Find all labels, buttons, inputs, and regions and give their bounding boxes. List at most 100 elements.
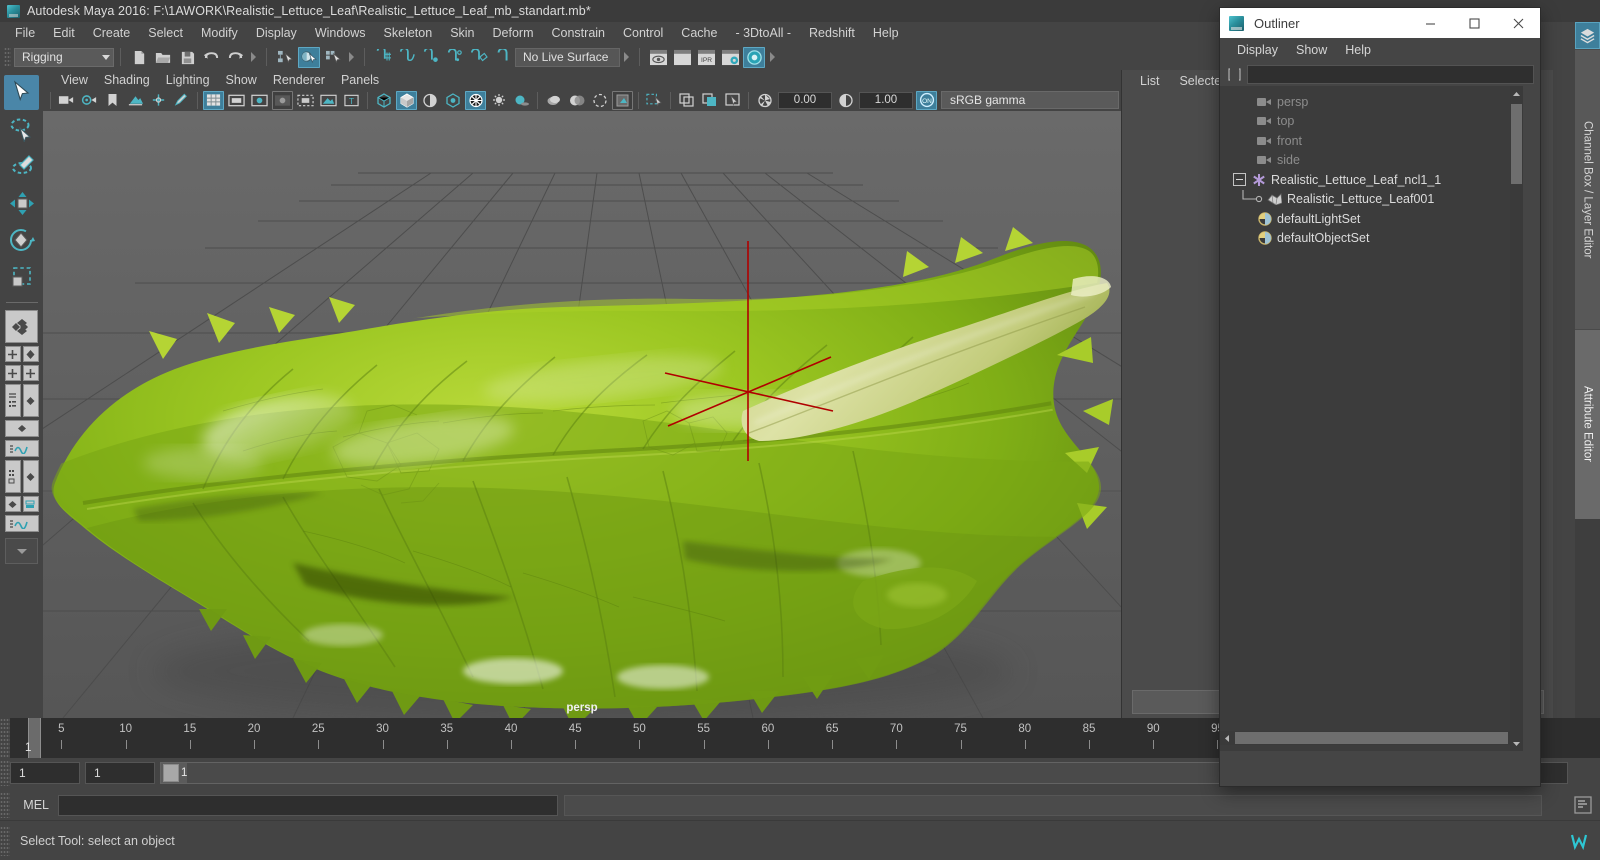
layout-split-small[interactable] [22, 496, 39, 512]
select-by-hierarchy-icon[interactable] [274, 47, 296, 68]
toolbox-more-button[interactable] [5, 538, 38, 564]
scroll-up-arrow-icon[interactable] [1510, 86, 1523, 101]
toolbar-collapse-arrow[interactable] [249, 48, 258, 66]
outliner-menu-help[interactable]: Help [1338, 41, 1378, 59]
toolbar-grip[interactable] [4, 47, 11, 67]
menu-help[interactable]: Help [864, 23, 908, 43]
color-management-icon[interactable]: ON [916, 90, 937, 110]
paint-select-tool[interactable] [4, 149, 39, 184]
select-by-object-type-icon[interactable] [298, 46, 320, 68]
outliner-item-side[interactable]: side [1220, 151, 1523, 171]
menu-select[interactable]: Select [139, 23, 192, 43]
menu-constrain[interactable]: Constrain [543, 23, 615, 43]
viewport-menu-renderer[interactable]: Renderer [265, 72, 333, 88]
resolution-gate-icon[interactable] [249, 91, 270, 110]
gamma-field[interactable]: 1.00 [859, 91, 913, 109]
attr-menu-list[interactable]: List [1136, 73, 1163, 89]
render-settings-icon[interactable] [719, 47, 741, 68]
outliner-tree[interactable]: persp top front side Realistic_Lettuce_L… [1220, 86, 1523, 751]
camera-attributes-icon[interactable] [79, 91, 100, 110]
motion-blur-icon[interactable] [543, 91, 564, 110]
layout-persp-pane[interactable] [22, 384, 39, 417]
close-button[interactable] [1496, 8, 1540, 38]
outliner-search-input[interactable] [1247, 64, 1534, 84]
toolbar-collapse-arrow-4[interactable] [768, 48, 777, 66]
hypershade-icon[interactable] [743, 46, 765, 68]
move-tool[interactable] [4, 186, 39, 221]
live-surface-field[interactable]: No Live Surface [515, 47, 620, 67]
menu-redshift[interactable]: Redshift [800, 23, 864, 43]
depth-of-field-icon[interactable] [589, 91, 610, 110]
scroll-down-arrow-icon[interactable] [1510, 736, 1523, 751]
gamma-icon[interactable] [835, 91, 856, 110]
render-view-icon[interactable] [647, 47, 669, 68]
layout-persp-small[interactable] [4, 496, 21, 512]
exposure-field[interactable]: 0.00 [778, 91, 832, 109]
four-view-layout[interactable] [0, 346, 43, 362]
menu-modify[interactable]: Modify [192, 23, 247, 43]
range-slider-grip[interactable] [0, 760, 10, 786]
range-slider-middle[interactable] [187, 763, 1378, 783]
menu-skeleton[interactable]: Skeleton [375, 23, 442, 43]
smooth-shade-all-icon[interactable] [396, 90, 417, 110]
viewport-menu-lighting[interactable]: Lighting [158, 72, 218, 88]
outliner-vertical-scrollbar[interactable] [1510, 86, 1523, 751]
time-slider-grip[interactable] [0, 718, 10, 758]
hardware-texturing-icon[interactable] [442, 91, 463, 110]
layout-quad-b[interactable] [22, 346, 39, 362]
collapse-toggle-icon[interactable] [1233, 173, 1246, 187]
command-language-label[interactable]: MEL [10, 798, 58, 812]
render-current-frame-icon[interactable] [671, 47, 693, 68]
open-scene-icon[interactable] [152, 47, 174, 68]
menu-skin[interactable]: Skin [441, 23, 483, 43]
outliner-item-default-light-set[interactable]: defaultLightSet [1220, 209, 1523, 229]
maximize-button[interactable] [1452, 8, 1496, 38]
xray-active-component-icon[interactable] [644, 91, 665, 110]
script-editor-icon[interactable] [1572, 794, 1594, 816]
outliner-title-bar[interactable]: Outliner [1220, 8, 1540, 38]
wireframe-icon[interactable] [373, 91, 394, 110]
single-perspective-layout[interactable] [5, 310, 38, 343]
menu-display[interactable]: Display [247, 23, 306, 43]
command-line-grip[interactable] [0, 792, 10, 818]
layout-quad-a[interactable] [4, 346, 21, 362]
film-gate-icon[interactable] [226, 91, 247, 110]
undo-icon[interactable] [200, 47, 222, 68]
viewport-menu-show[interactable]: Show [218, 72, 265, 88]
select-tool[interactable] [4, 75, 39, 110]
outliner-persp-layout[interactable] [0, 384, 43, 417]
show-icon[interactable] [699, 91, 720, 110]
menu-file[interactable]: File [6, 23, 44, 43]
persp-graph-layout-2[interactable] [4, 515, 39, 532]
ipr-render-icon[interactable]: IPR [695, 47, 717, 68]
toolbar-collapse-arrow-3[interactable] [622, 48, 631, 66]
outliner-item-lettuce-group[interactable]: Realistic_Lettuce_Leaf_ncl1_1 [1220, 170, 1523, 190]
shaded-wireframe-icon[interactable] [419, 91, 440, 110]
viewport-menu-shading[interactable]: Shading [96, 72, 158, 88]
menu-create[interactable]: Create [84, 23, 140, 43]
hypershade-persp-layout[interactable] [0, 460, 43, 493]
text-overlay-icon[interactable]: T [341, 91, 362, 110]
persp-graph-layout[interactable] [4, 420, 39, 437]
scroll-left-arrow-icon[interactable] [1220, 731, 1234, 745]
filter-icon[interactable] [1226, 66, 1242, 82]
two-d-pan-zoom-icon[interactable] [148, 91, 169, 110]
texture-placement-icon[interactable] [295, 91, 316, 110]
exposure-icon[interactable] [754, 91, 775, 110]
viewport-menu-panels[interactable]: Panels [333, 72, 387, 88]
outliner-item-top[interactable]: top [1220, 112, 1523, 132]
select-camera-icon[interactable] [56, 91, 77, 110]
screen-space-ao-icon[interactable] [511, 91, 532, 110]
bookmark-icon[interactable] [102, 91, 123, 110]
menu-set-selector[interactable]: Rigging [14, 47, 114, 67]
grease-pencil-icon[interactable] [171, 91, 192, 110]
outliner-item-lettuce-mesh[interactable]: Realistic_Lettuce_Leaf001 [1220, 189, 1523, 210]
save-scene-icon[interactable] [176, 47, 198, 68]
layout-quad-d[interactable] [22, 365, 39, 381]
xray-icon[interactable] [318, 91, 339, 110]
shadows-icon[interactable] [488, 91, 509, 110]
outliner-menu-show[interactable]: Show [1289, 41, 1334, 59]
animation-start-time-field[interactable]: 1 [10, 762, 80, 784]
toolbar-collapse-arrow-2[interactable] [347, 48, 356, 66]
outliner-item-persp[interactable]: persp [1220, 92, 1523, 112]
